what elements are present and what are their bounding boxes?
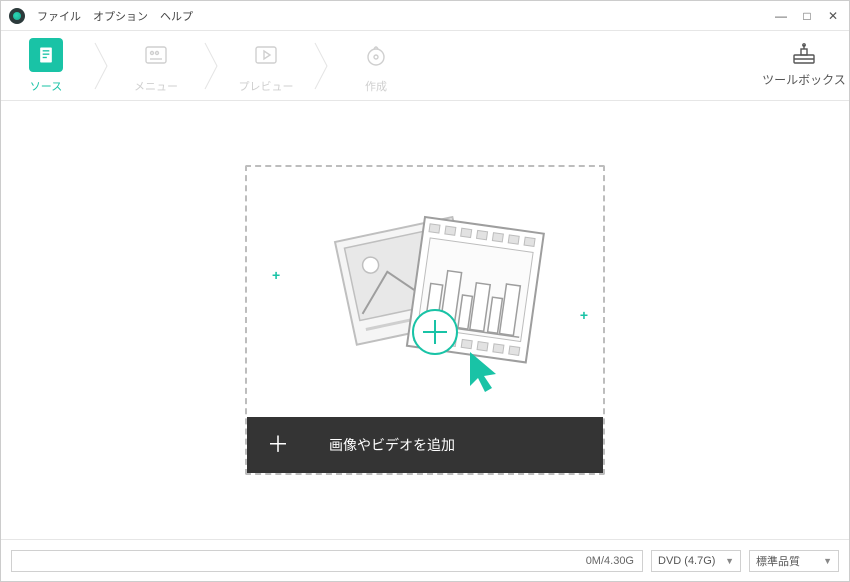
sparkle-icon: + bbox=[272, 267, 280, 283]
maximize-icon[interactable]: □ bbox=[799, 9, 815, 23]
step-menu-label: メニュー bbox=[134, 78, 178, 94]
dropzone[interactable]: + + bbox=[245, 165, 605, 475]
step-preview-label: プレビュー bbox=[239, 78, 294, 94]
capacity-text: 0M/4.30G bbox=[586, 555, 634, 567]
add-media-label: 画像やビデオを追加 bbox=[329, 435, 455, 455]
capacity-bar: 0M/4.30G bbox=[11, 550, 643, 572]
chevron-right-icon bbox=[311, 31, 331, 101]
add-media-button[interactable]: ＋ 画像やビデオを追加 bbox=[247, 417, 603, 473]
quality-value: 標準品質 bbox=[756, 553, 800, 569]
toolbox-label: ツールボックス bbox=[762, 71, 846, 88]
step-create-label: 作成 bbox=[365, 78, 387, 94]
menubar: ファイル オプション ヘルプ — □ ✕ bbox=[1, 1, 849, 31]
chevron-right-icon bbox=[91, 31, 111, 101]
step-nav: ソース メニュー プレビュー bbox=[1, 31, 849, 101]
quality-select[interactable]: 標準品質 ▼ bbox=[749, 550, 839, 572]
toolbox-icon bbox=[791, 43, 817, 65]
window-controls: — □ ✕ bbox=[773, 9, 841, 23]
chevron-down-icon: ▼ bbox=[823, 556, 832, 566]
plus-icon: ＋ bbox=[267, 434, 289, 456]
disc-burn-icon bbox=[359, 38, 393, 72]
document-icon bbox=[29, 38, 63, 72]
bottom-bar: 0M/4.30G DVD (4.7G) ▼ 標準品質 ▼ bbox=[1, 539, 849, 581]
step-source-label: ソース bbox=[30, 78, 62, 94]
step-preview[interactable]: プレビュー bbox=[221, 31, 311, 101]
disc-type-value: DVD (4.7G) bbox=[658, 555, 715, 567]
menu-option[interactable]: オプション bbox=[93, 8, 148, 24]
app-logo-icon bbox=[9, 8, 25, 24]
menu-help[interactable]: ヘルプ bbox=[160, 8, 193, 24]
chevron-right-icon bbox=[201, 31, 221, 101]
disc-type-select[interactable]: DVD (4.7G) ▼ bbox=[651, 550, 741, 572]
image-icon bbox=[139, 38, 173, 72]
dropzone-illustration: + + bbox=[247, 167, 603, 417]
toolbox-button[interactable]: ツールボックス bbox=[759, 43, 849, 88]
play-icon bbox=[249, 38, 283, 72]
menu-file[interactable]: ファイル bbox=[37, 8, 81, 24]
step-source[interactable]: ソース bbox=[1, 31, 91, 101]
close-icon[interactable]: ✕ bbox=[825, 9, 841, 23]
minimize-icon[interactable]: — bbox=[773, 9, 789, 23]
step-create[interactable]: 作成 bbox=[331, 31, 421, 101]
sparkle-icon: + bbox=[580, 307, 588, 323]
chevron-down-icon: ▼ bbox=[725, 556, 734, 566]
main-area: + + bbox=[1, 101, 849, 539]
step-menu[interactable]: メニュー bbox=[111, 31, 201, 101]
